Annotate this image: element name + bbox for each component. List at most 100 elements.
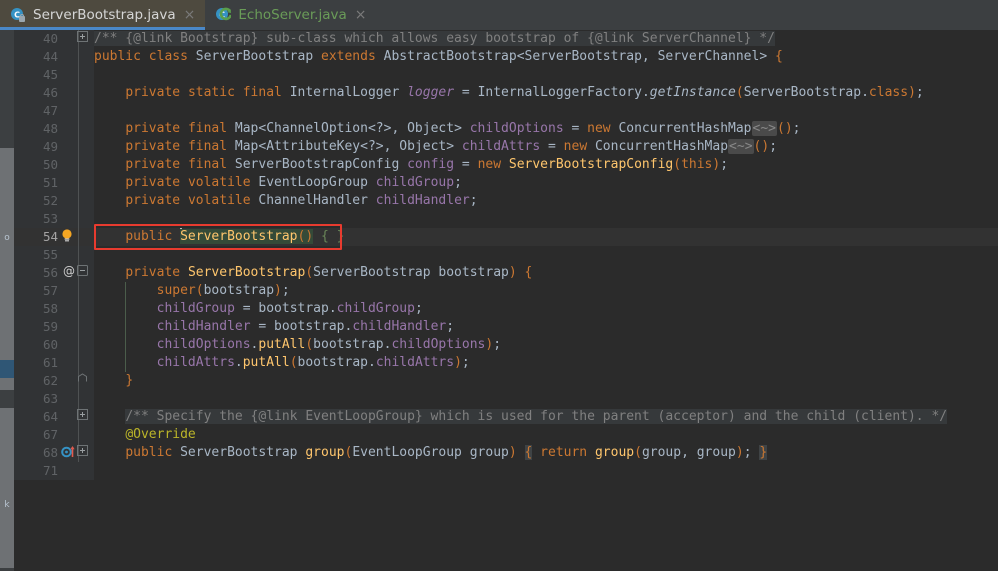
line-number: 55 (42, 247, 58, 262)
stripe-active-marker[interactable] (0, 360, 14, 378)
code-line[interactable]: 53 (14, 210, 998, 228)
indent-guide (125, 336, 127, 354)
left-tool-window-stripe[interactable]: o k (0, 30, 14, 571)
stripe-segment-upper (0, 148, 14, 390)
stripe-label-lower: k (4, 500, 10, 510)
stripe-label-upper: o (4, 233, 10, 243)
line-number: 63 (42, 391, 58, 406)
line-number: 62 (42, 373, 58, 388)
fold-toggle-end[interactable] (73, 372, 91, 390)
indent-guide (125, 282, 127, 300)
line-number: 48 (42, 121, 58, 136)
code-line[interactable]: 71 (14, 462, 998, 480)
line-text[interactable]: public class ServerBootstrap extends Abs… (94, 48, 783, 66)
code-line[interactable]: 52 private volatile ChannelHandler child… (14, 192, 998, 210)
fold-rail (78, 174, 79, 192)
code-line[interactable]: 46 private static final InternalLogger l… (14, 84, 998, 102)
line-text[interactable]: private volatile EventLoopGroup childGro… (94, 174, 462, 192)
code-line[interactable]: 63 (14, 390, 998, 408)
line-text[interactable]: @Override (94, 426, 195, 444)
code-line[interactable]: 59 childHandler = bootstrap.childHandler… (14, 318, 998, 336)
close-icon[interactable]: × (183, 8, 197, 22)
line-text[interactable]: /** Specify the {@link EventLoopGroup} w… (94, 408, 948, 426)
line-text[interactable]: public ServerBootstrap group(EventLoopGr… (94, 444, 768, 462)
line-number: 45 (42, 67, 58, 82)
line-number: 59 (42, 319, 58, 334)
line-text[interactable]: childGroup = bootstrap.childGroup; (94, 300, 423, 318)
line-number: 68 (42, 445, 58, 460)
lightbulb-icon[interactable] (58, 228, 76, 246)
code-line[interactable]: 55 (14, 246, 998, 264)
tab-serverbootstrap-java[interactable]: C ServerBootstrap.java × (0, 0, 206, 30)
code-line[interactable]: 57 super(bootstrap); (14, 282, 998, 300)
line-text[interactable]: childHandler = bootstrap.childHandler; (94, 318, 454, 336)
code-line[interactable]: 49 private final Map<AttributeKey<?>, Ob… (14, 138, 998, 156)
fold-toggle-plus[interactable] (73, 30, 91, 48)
line-text[interactable]: private final Map<ChannelOption<?>, Obje… (94, 120, 800, 138)
line-text[interactable]: private final Map<AttributeKey<?>, Objec… (94, 138, 777, 156)
code-line[interactable]: 60 childOptions.putAll(bootstrap.childOp… (14, 336, 998, 354)
line-number: 46 (42, 85, 58, 100)
line-number: 58 (42, 301, 58, 316)
code-line[interactable]: 50 private final ServerBootstrapConfig c… (14, 156, 998, 174)
fold-toggle-plus[interactable] (73, 444, 91, 462)
code-line[interactable]: 54 public ServerBootstrap() { } (14, 228, 998, 246)
code-line[interactable]: 47 (14, 102, 998, 120)
fold-rail (78, 210, 79, 228)
line-text[interactable]: } (94, 372, 133, 390)
line-number: 60 (42, 337, 58, 352)
line-number: 40 (42, 31, 58, 46)
line-number: 67 (42, 427, 58, 442)
fold-rail (78, 318, 79, 336)
code-line[interactable]: 62 } (14, 372, 998, 390)
fold-rail (78, 390, 79, 408)
line-number: 44 (42, 49, 58, 64)
code-line[interactable]: 61 childAttrs.putAll(bootstrap.childAttr… (14, 354, 998, 372)
fold-rail (78, 84, 79, 102)
fold-toggle-minus[interactable] (73, 264, 91, 282)
line-number: 47 (42, 103, 58, 118)
line-text[interactable]: childOptions.putAll(bootstrap.childOptio… (94, 336, 501, 354)
tab-label: ServerBootstrap.java (33, 7, 176, 23)
tab-echoserver-java[interactable]: C EchoServer.java × (205, 0, 376, 30)
fold-rail (78, 120, 79, 138)
line-text[interactable]: private ServerBootstrap(ServerBootstrap … (94, 264, 532, 282)
line-text[interactable]: childAttrs.putAll(bootstrap.childAttrs); (94, 354, 470, 372)
fold-toggle-plus[interactable] (73, 408, 91, 426)
line-number: 61 (42, 355, 58, 370)
fold-rail (78, 336, 79, 354)
line-text[interactable]: private static final InternalLogger logg… (94, 84, 923, 102)
line-text[interactable]: private volatile ChannelHandler childHan… (94, 192, 477, 210)
fold-rail (78, 138, 79, 156)
line-number: 53 (42, 211, 58, 226)
code-line[interactable]: 67 @Override (14, 426, 998, 444)
line-text[interactable]: super(bootstrap); (94, 282, 290, 300)
code-line[interactable]: 51 private volatile EventLoopGroup child… (14, 174, 998, 192)
code-line[interactable]: 45 (14, 66, 998, 84)
editor-tab-bar: C ServerBootstrap.java × C EchoServer.ja… (0, 0, 998, 30)
java-class-final-icon: C (10, 7, 26, 23)
fold-rail (78, 48, 79, 66)
stripe-segment-lower (0, 408, 14, 568)
code-line[interactable]: 40 /** {@link Bootstrap} sub-class which … (14, 30, 998, 48)
fold-rail (78, 246, 79, 264)
fold-rail (78, 156, 79, 174)
java-class-modified-icon: C (215, 7, 233, 23)
code-line[interactable]: 44 public class ServerBootstrap extends A… (14, 48, 998, 66)
line-text[interactable]: public ServerBootstrap() { } (94, 228, 344, 246)
code-line[interactable]: 68 public ServerBootstrap group(EventLoo… (14, 444, 998, 462)
code-line[interactable]: 48 private final Map<ChannelOption<?>, O… (14, 120, 998, 138)
code-line[interactable]: 58 childGroup = bootstrap.childGroup; (14, 300, 998, 318)
line-number: 71 (42, 463, 58, 478)
code-lines: 40 /** {@link Bootstrap} sub-class which … (14, 30, 998, 480)
code-line[interactable]: 56 @ private ServerBootstrap(ServerBootst… (14, 264, 998, 282)
code-editor[interactable]: 40 /** {@link Bootstrap} sub-class which … (14, 30, 998, 571)
line-text[interactable]: private final ServerBootstrapConfig conf… (94, 156, 728, 174)
line-text[interactable]: /** {@link Bootstrap} sub-class which al… (94, 30, 775, 48)
line-number: 64 (42, 409, 58, 424)
code-line[interactable]: 64 /** Specify the {@link EventLoopGroup… (14, 408, 998, 426)
close-icon[interactable]: × (354, 8, 368, 22)
indent-guide (125, 318, 127, 336)
line-number: 54 (42, 229, 58, 244)
tab-label: EchoServer.java (238, 7, 347, 23)
